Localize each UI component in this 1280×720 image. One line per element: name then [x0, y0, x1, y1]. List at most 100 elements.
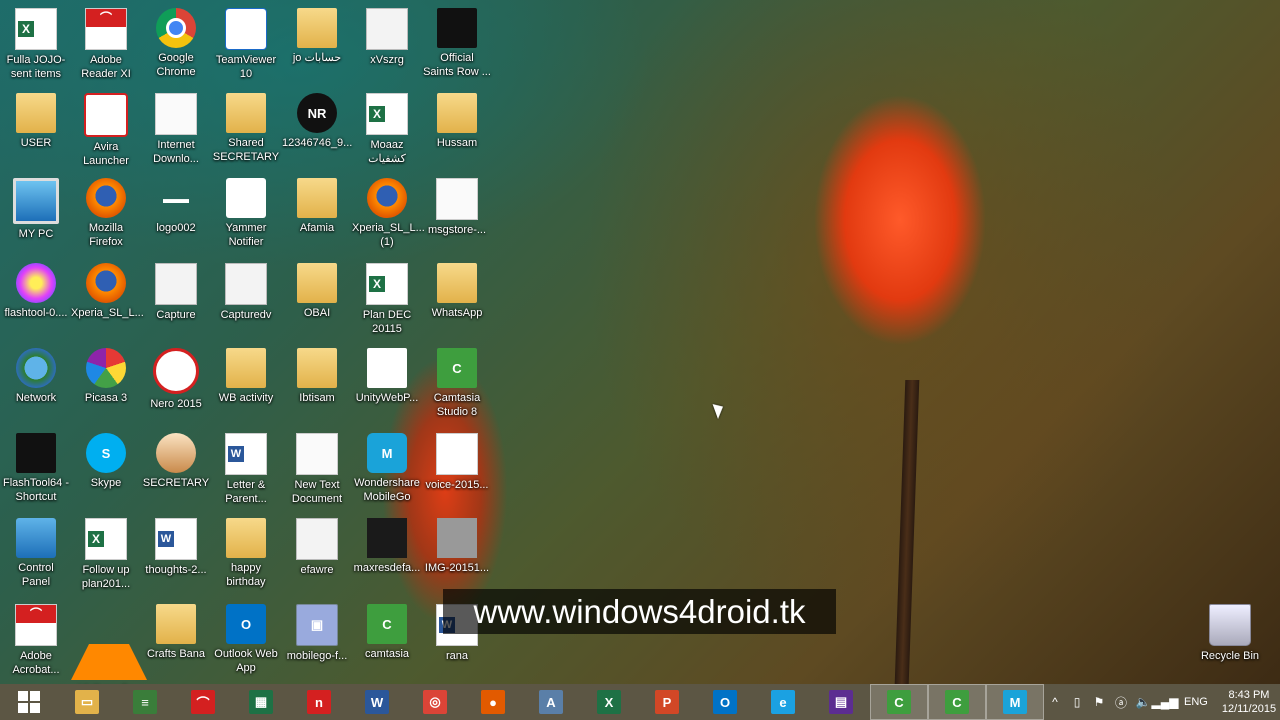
- taskbar-nero[interactable]: n: [290, 684, 348, 720]
- taskbar-camtasia-recorder[interactable]: C: [928, 684, 986, 720]
- teamviewer-shortcut[interactable]: ⇄ TeamViewer 10: [211, 8, 281, 81]
- desktop-icon-label: Crafts Bana: [146, 648, 206, 660]
- ibtisam-folder-shortcut[interactable]: Ibtisam: [282, 348, 352, 405]
- internet-download-shortcut[interactable]: Internet Downlo...: [141, 93, 211, 166]
- user-folder-shortcut[interactable]: USER: [1, 93, 71, 150]
- tray-device-icon[interactable]: ▯: [1066, 684, 1088, 720]
- moaaz-excel-shortcut[interactable]: Moaaz كشفيات: [352, 93, 422, 166]
- secretary-icon: [156, 433, 196, 473]
- taskbar-chrome[interactable]: ◎: [406, 684, 464, 720]
- google-chrome-shortcut[interactable]: Google Chrome: [141, 8, 211, 79]
- vlc-media-player-shortcut[interactable]: VLC media player: [71, 604, 147, 684]
- avira-launcher-shortcut[interactable]: ✓ Avira Launcher: [71, 93, 141, 168]
- hussam-folder-shortcut[interactable]: Hussam: [422, 93, 492, 150]
- taskbar-firefox[interactable]: ●: [464, 684, 522, 720]
- camtasia-icon: C: [367, 604, 407, 644]
- desktop-icon-label: Afamia: [299, 222, 335, 234]
- picasa-shortcut[interactable]: Picasa 3: [71, 348, 141, 405]
- taskbar-internet-explorer[interactable]: e: [754, 684, 812, 720]
- taskbar-calendar[interactable]: ▤: [812, 684, 870, 720]
- jo-folder-shortcut[interactable]: jo حسابات: [282, 8, 352, 65]
- efawre-shortcut[interactable]: efawre: [282, 518, 352, 577]
- taskbar-word[interactable]: W: [348, 684, 406, 720]
- language-indicator[interactable]: ENG: [1176, 696, 1216, 708]
- desktop-icon-label: efawre: [300, 564, 334, 576]
- capture-shortcut[interactable]: Capture: [141, 263, 211, 322]
- thoughts-shortcut[interactable]: thoughts-2...: [141, 518, 211, 577]
- xvszrg-shortcut[interactable]: xVszrg: [352, 8, 422, 67]
- image-12346746-shortcut[interactable]: NR 12346746_9...: [282, 93, 352, 150]
- flashtool64-shortcut-shortcut[interactable]: FlashTool64 - Shortcut: [1, 433, 71, 504]
- taskbar-mobilego[interactable]: M: [986, 684, 1044, 720]
- taskbar-excel-sheet[interactable]: ▦: [232, 684, 290, 720]
- adobe-acrobat-shortcut[interactable]: Adobe Acrobat...: [1, 604, 71, 677]
- unity-webplayer-shortcut[interactable]: ◆ UnityWebP...: [352, 348, 422, 405]
- capturedv-shortcut[interactable]: Capturedv: [211, 263, 281, 322]
- crafts-bana-folder-shortcut[interactable]: Crafts Bana: [141, 604, 211, 661]
- plan-dec-shortcut[interactable]: Plan DEC 20115: [352, 263, 422, 336]
- yammer-notifier-shortcut[interactable]: y Yammer Notifier: [211, 178, 281, 249]
- mobilego-file-shortcut[interactable]: ▣ mobilego-f...: [282, 604, 352, 663]
- image-12346746-icon: NR: [297, 93, 337, 133]
- mobilego-icon: M: [1003, 690, 1027, 714]
- img-20151-shortcut[interactable]: IMG-20151...: [422, 518, 492, 575]
- xperia-sl-1-shortcut[interactable]: Xperia_SL_L... (1): [352, 178, 425, 249]
- afamia-folder-shortcut[interactable]: Afamia: [282, 178, 352, 235]
- taskbar-camtasia-studio[interactable]: C: [870, 684, 928, 720]
- desktop-icon-label: voice-2015...: [425, 479, 489, 491]
- network-shortcut[interactable]: Network: [1, 348, 71, 405]
- desktop[interactable]: Fulla JOJO- sent items Adobe Reader XI Goo…: [0, 0, 1280, 684]
- flashtool-shortcut[interactable]: flashtool-0....: [1, 263, 71, 320]
- tray-avira-icon[interactable]: ⓐ: [1110, 684, 1132, 720]
- voice-2015-shortcut[interactable]: ♪ voice-2015...: [422, 433, 492, 492]
- mozilla-firefox-shortcut[interactable]: Mozilla Firefox: [71, 178, 141, 249]
- maxresdefault-shortcut[interactable]: maxresdefa...: [352, 518, 422, 575]
- taskbar-font-tool[interactable]: A: [522, 684, 580, 720]
- whatsapp-folder-shortcut[interactable]: WhatsApp: [422, 263, 492, 320]
- skype-shortcut[interactable]: S Skype: [71, 433, 141, 490]
- recycle-bin[interactable]: Recycle Bin: [1195, 604, 1265, 663]
- adobe-reader-xi-shortcut[interactable]: Adobe Reader XI: [71, 8, 141, 81]
- desktop-icon-label: Plan DEC 20115: [362, 309, 412, 335]
- letter-parent-shortcut[interactable]: Letter & Parent...: [211, 433, 281, 506]
- control-panel-icon: [16, 518, 56, 558]
- taskbar-books[interactable]: ≡: [116, 684, 174, 720]
- nero-2015-shortcut[interactable]: nero Nero 2015: [141, 348, 211, 411]
- taskbar-powerpoint[interactable]: P: [638, 684, 696, 720]
- obai-folder-shortcut[interactable]: OBAI: [282, 263, 352, 320]
- secretary-shortcut[interactable]: SECRETARY: [141, 433, 211, 490]
- taskbar-excel[interactable]: X: [580, 684, 638, 720]
- taskbar-adobe-reader[interactable]: ⌒: [174, 684, 232, 720]
- fulla-jojo-sent-items-shortcut[interactable]: Fulla JOJO- sent items: [1, 8, 71, 81]
- my-pc-icon: [13, 178, 59, 224]
- tray-overflow-chevron-icon[interactable]: ^: [1044, 684, 1066, 720]
- camtasia-shortcut[interactable]: Ccamtasia: [352, 604, 422, 661]
- shared-secretary-shortcut[interactable]: Shared SECRETARY: [211, 93, 281, 164]
- new-text-document-shortcut[interactable]: New Text Document: [282, 433, 352, 506]
- logo002-shortcut[interactable]: ▬▬ logo002: [141, 178, 211, 235]
- wondershare-mobilego-shortcut[interactable]: M Wondershare MobileGo: [352, 433, 422, 504]
- desktop-icon-label: Google Chrome: [156, 52, 196, 78]
- control-panel-shortcut[interactable]: Control Panel: [1, 518, 71, 589]
- desktop-icon-label: Outlook Web App: [214, 648, 278, 674]
- taskbar-outlook[interactable]: O: [696, 684, 754, 720]
- tray-flag-icon[interactable]: ⚑: [1088, 684, 1110, 720]
- tray-signal-icon[interactable]: ▂▄▆: [1152, 684, 1179, 720]
- official-saints-row-shortcut[interactable]: Official Saints Row ...: [422, 8, 492, 79]
- msgstore-shortcut[interactable]: msgstore-...: [422, 178, 492, 237]
- follow-up-plan-shortcut[interactable]: Follow up plan201...: [71, 518, 141, 591]
- wb-activity-folder-shortcut[interactable]: WB activity: [211, 348, 281, 405]
- taskbar: ▭ ≡ ⌒ ▦ n W ◎ ● A X P Oe ▤ C C M ^ ▯ ⚑ ⓐ 🔈 ▂▄▆ ENG 8:43 PM 1…: [0, 684, 1280, 720]
- happy-birthday-folder-shortcut[interactable]: happy birthday: [211, 518, 281, 589]
- clock[interactable]: 8:43 PM 12/11/2015: [1216, 688, 1280, 716]
- nero-icon: n: [307, 690, 331, 714]
- my-pc-shortcut[interactable]: MY PC: [1, 178, 71, 241]
- taskbar-file-explorer[interactable]: ▭: [58, 684, 116, 720]
- outlook-web-app-shortcut[interactable]: O Outlook Web App: [211, 604, 281, 675]
- google-chrome-icon: [156, 8, 196, 48]
- start-button[interactable]: [0, 684, 58, 720]
- xperia-sl-shortcut[interactable]: Xperia_SL_L...: [71, 263, 144, 320]
- clock-date: 12/11/2015: [1221, 703, 1277, 715]
- camtasia-studio-shortcut[interactable]: C Camtasia Studio 8: [422, 348, 492, 419]
- desktop-icon-label: Picasa 3: [84, 392, 128, 404]
